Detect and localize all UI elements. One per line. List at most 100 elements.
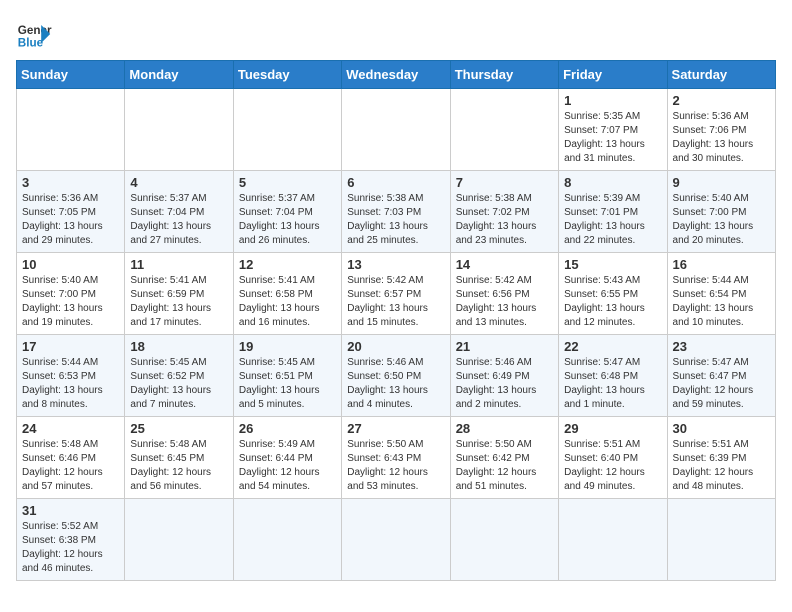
day-number: 19 [239,339,336,354]
day-number: 3 [22,175,119,190]
day-number: 4 [130,175,227,190]
day-cell: 26 Sunrise: 5:49 AM Sunset: 6:44 PM Dayli… [233,417,341,499]
day-cell: 21Sunrise: 5:46 AM Sunset: 6:49 PM Dayli… [450,335,558,417]
day-cell: 14 Sunrise: 5:42 AM Sunset: 6:56 PM Dayli… [450,253,558,335]
day-cell [233,499,341,581]
day-cell: 31 Sunrise: 5:52 AM Sunset: 6:38 PM Dayli… [17,499,125,581]
day-cell: 12 Sunrise: 5:41 AM Sunset: 6:58 PM Dayli… [233,253,341,335]
day-cell: 11Sunrise: 5:41 AM Sunset: 6:59 PM Dayli… [125,253,233,335]
day-cell: 25Sunrise: 5:48 AM Sunset: 6:45 PM Dayli… [125,417,233,499]
week-row: 1 Sunrise: 5:35 AM Sunset: 7:07 PM Daylig… [17,89,776,171]
day-cell [125,89,233,171]
day-number: 7 [456,175,553,190]
header: General Blue [16,16,776,52]
day-cell: 3 Sunrise: 5:36 AM Sunset: 7:05 PM Daylig… [17,171,125,253]
day-cell [667,499,775,581]
day-number: 18 [130,339,227,354]
week-row: 3 Sunrise: 5:36 AM Sunset: 7:05 PM Daylig… [17,171,776,253]
col-saturday: Saturday [667,61,775,89]
day-info: Sunrise: 5:40 AM Sunset: 7:00 PM Dayligh… [673,192,770,248]
header-row: Sunday Monday Tuesday Wednesday Thursday… [17,61,776,89]
day-info: Sunrise: 5:41 AM Sunset: 6:58 PM Dayligh… [239,274,336,330]
day-number: 23 [673,339,770,354]
day-info: Sunrise: 5:42 AM Sunset: 6:56 PM Dayligh… [456,274,553,330]
day-number: 26 [239,421,336,436]
svg-text:Blue: Blue [18,37,44,50]
day-number: 31 [22,503,119,518]
day-info: Sunrise: 5:47 AM Sunset: 6:47 PM Dayligh… [673,356,770,412]
day-info: Sunrise: 5:46 AM Sunset: 6:49 PM Dayligh… [456,356,553,412]
day-number: 15 [564,257,661,272]
day-cell: 29Sunrise: 5:51 AM Sunset: 6:40 PM Dayli… [559,417,667,499]
week-row: 10Sunrise: 5:40 AM Sunset: 7:00 PM Dayli… [17,253,776,335]
day-info: Sunrise: 5:44 AM Sunset: 6:53 PM Dayligh… [22,356,119,412]
day-info: Sunrise: 5:50 AM Sunset: 6:43 PM Dayligh… [347,438,444,494]
day-cell: 19 Sunrise: 5:45 AM Sunset: 6:51 PM Dayli… [233,335,341,417]
day-number: 30 [673,421,770,436]
day-number: 12 [239,257,336,272]
week-row: 17 Sunrise: 5:44 AM Sunset: 6:53 PM Dayli… [17,335,776,417]
day-info: Sunrise: 5:52 AM Sunset: 6:38 PM Dayligh… [22,520,119,576]
day-cell: 18 Sunrise: 5:45 AM Sunset: 6:52 PM Dayli… [125,335,233,417]
day-info: Sunrise: 5:45 AM Sunset: 6:52 PM Dayligh… [130,356,227,412]
day-cell [559,499,667,581]
day-cell: 7Sunrise: 5:38 AM Sunset: 7:02 PM Daylig… [450,171,558,253]
day-number: 16 [673,257,770,272]
day-cell: 20Sunrise: 5:46 AM Sunset: 6:50 PM Dayli… [342,335,450,417]
day-cell: 4 Sunrise: 5:37 AM Sunset: 7:04 PM Daylig… [125,171,233,253]
day-cell: 27 Sunrise: 5:50 AM Sunset: 6:43 PM Dayli… [342,417,450,499]
week-row: 31 Sunrise: 5:52 AM Sunset: 6:38 PM Dayli… [17,499,776,581]
day-number: 24 [22,421,119,436]
day-cell [342,499,450,581]
day-info: Sunrise: 5:48 AM Sunset: 6:45 PM Dayligh… [130,438,227,494]
day-info: Sunrise: 5:42 AM Sunset: 6:57 PM Dayligh… [347,274,444,330]
day-number: 22 [564,339,661,354]
col-wednesday: Wednesday [342,61,450,89]
day-info: Sunrise: 5:37 AM Sunset: 7:04 PM Dayligh… [130,192,227,248]
day-info: Sunrise: 5:49 AM Sunset: 6:44 PM Dayligh… [239,438,336,494]
day-cell: 13 Sunrise: 5:42 AM Sunset: 6:57 PM Dayli… [342,253,450,335]
logo: General Blue [16,16,52,52]
day-cell [125,499,233,581]
day-info: Sunrise: 5:45 AM Sunset: 6:51 PM Dayligh… [239,356,336,412]
day-info: Sunrise: 5:43 AM Sunset: 6:55 PM Dayligh… [564,274,661,330]
day-number: 8 [564,175,661,190]
day-number: 20 [347,339,444,354]
day-info: Sunrise: 5:50 AM Sunset: 6:42 PM Dayligh… [456,438,553,494]
day-info: Sunrise: 5:48 AM Sunset: 6:46 PM Dayligh… [22,438,119,494]
day-info: Sunrise: 5:35 AM Sunset: 7:07 PM Dayligh… [564,110,661,166]
col-sunday: Sunday [17,61,125,89]
day-number: 2 [673,93,770,108]
day-info: Sunrise: 5:36 AM Sunset: 7:06 PM Dayligh… [673,110,770,166]
day-cell [450,499,558,581]
day-cell: 15 Sunrise: 5:43 AM Sunset: 6:55 PM Dayli… [559,253,667,335]
day-cell: 1 Sunrise: 5:35 AM Sunset: 7:07 PM Daylig… [559,89,667,171]
day-number: 17 [22,339,119,354]
day-cell: 9Sunrise: 5:40 AM Sunset: 7:00 PM Daylig… [667,171,775,253]
day-number: 10 [22,257,119,272]
day-cell: 30Sunrise: 5:51 AM Sunset: 6:39 PM Dayli… [667,417,775,499]
day-number: 11 [130,257,227,272]
col-friday: Friday [559,61,667,89]
day-cell: 22 Sunrise: 5:47 AM Sunset: 6:48 PM Dayli… [559,335,667,417]
col-monday: Monday [125,61,233,89]
day-cell: 10Sunrise: 5:40 AM Sunset: 7:00 PM Dayli… [17,253,125,335]
day-number: 27 [347,421,444,436]
day-number: 28 [456,421,553,436]
day-number: 5 [239,175,336,190]
day-cell: 8Sunrise: 5:39 AM Sunset: 7:01 PM Daylig… [559,171,667,253]
calendar-body: 1 Sunrise: 5:35 AM Sunset: 7:07 PM Daylig… [17,89,776,581]
col-tuesday: Tuesday [233,61,341,89]
day-cell: 24 Sunrise: 5:48 AM Sunset: 6:46 PM Dayli… [17,417,125,499]
day-cell: 16Sunrise: 5:44 AM Sunset: 6:54 PM Dayli… [667,253,775,335]
col-thursday: Thursday [450,61,558,89]
day-info: Sunrise: 5:38 AM Sunset: 7:03 PM Dayligh… [347,192,444,248]
day-number: 13 [347,257,444,272]
day-number: 29 [564,421,661,436]
day-number: 14 [456,257,553,272]
day-number: 1 [564,93,661,108]
day-cell: 6Sunrise: 5:38 AM Sunset: 7:03 PM Daylig… [342,171,450,253]
day-cell: 17 Sunrise: 5:44 AM Sunset: 6:53 PM Dayli… [17,335,125,417]
day-info: Sunrise: 5:47 AM Sunset: 6:48 PM Dayligh… [564,356,661,412]
day-info: Sunrise: 5:36 AM Sunset: 7:05 PM Dayligh… [22,192,119,248]
